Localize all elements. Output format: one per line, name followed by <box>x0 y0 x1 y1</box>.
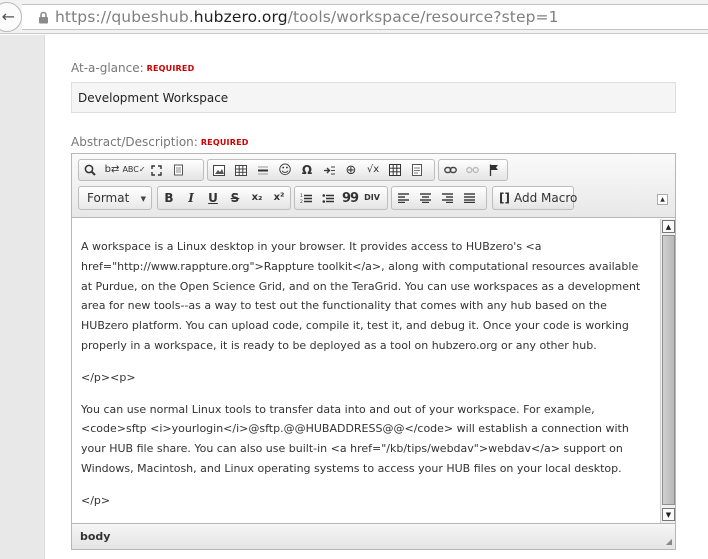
bullet-list-icon[interactable] <box>317 188 339 208</box>
div-container-icon[interactable]: DIV <box>361 188 383 208</box>
smiley-icon[interactable]: ☺ <box>274 160 296 180</box>
toolbar-group-align <box>391 186 487 210</box>
math-icon[interactable]: √x <box>362 160 384 180</box>
iframe-icon[interactable]: ⊕ <box>340 160 362 180</box>
align-left-icon[interactable] <box>392 188 414 208</box>
toolbar-group-links <box>438 159 508 181</box>
rich-text-editor: b⇄ ABC✓ ☺ Ω ⊕ √x Format ▼ B I U S x₂ x² … <box>71 153 676 550</box>
anchor-flag-icon[interactable] <box>483 160 505 180</box>
link-icon[interactable] <box>439 160 461 180</box>
replace-icon[interactable]: b⇄ <box>101 160 123 180</box>
url-text: https://qubeshub.hubzero.org/tools/works… <box>55 8 559 26</box>
table-icon[interactable] <box>230 160 252 180</box>
spellcheck-icon[interactable]: ABC✓ <box>122 160 145 180</box>
template-icon[interactable] <box>406 160 428 180</box>
subscript-button[interactable]: x₂ <box>246 188 268 208</box>
dropdown-caret-icon: ▼ <box>140 195 146 203</box>
editor-content[interactable]: A workspace is a Linux desktop in your b… <box>72 219 660 523</box>
toolbar-group-lists: 12 99 DIV <box>294 186 388 210</box>
svg-text:2: 2 <box>300 199 303 204</box>
content-paragraph: You can use normal Linux tools to transf… <box>81 402 629 475</box>
resize-grip-icon[interactable]: ◢ <box>666 537 672 546</box>
lock-icon <box>38 11 49 24</box>
editor-toolbar: b⇄ ABC✓ ☺ Ω ⊕ √x Format ▼ B I U S x₂ x² … <box>72 154 675 218</box>
scroll-up-icon[interactable]: ▲ <box>662 220 675 233</box>
unlink-icon[interactable] <box>461 160 483 180</box>
align-center-icon[interactable] <box>414 188 436 208</box>
address-bar[interactable]: https://qubeshub.hubzero.org/tools/works… <box>22 4 708 30</box>
toolbar-group-insert: ☺ Ω ⊕ √x <box>207 159 435 181</box>
add-macro-label: Add Macro <box>513 191 578 205</box>
toolbar-group-tools: b⇄ ABC✓ <box>78 159 204 181</box>
bold-button[interactable]: B <box>158 188 180 208</box>
strike-button[interactable]: S <box>224 188 246 208</box>
content-paragraph: </p> <box>81 493 111 507</box>
editor-scrollbar[interactable]: ▲ ▼ <box>660 219 675 523</box>
page-break-icon[interactable] <box>318 160 340 180</box>
glance-input-value: Development Workspace <box>78 90 229 105</box>
underline-button[interactable]: U <box>202 188 224 208</box>
source-icon[interactable] <box>167 160 189 180</box>
required-badge: REQUIRED <box>200 138 249 147</box>
back-arrow-icon: ← <box>1 7 15 26</box>
scroll-down-icon[interactable]: ▼ <box>662 508 675 521</box>
align-justify-icon[interactable] <box>458 188 480 208</box>
back-button[interactable]: ← <box>0 2 22 32</box>
content-paragraph: </p><p> <box>81 370 136 384</box>
italic-button[interactable]: I <box>180 188 202 208</box>
glance-label: At-a-glance: REQUIRED <box>71 61 195 75</box>
blockquote-button[interactable]: 99 <box>339 188 361 208</box>
numbered-list-icon[interactable]: 12 <box>295 188 317 208</box>
element-path[interactable]: body <box>80 530 110 543</box>
superscript-button[interactable]: x² <box>268 188 290 208</box>
macro-brackets-icon: [] <box>499 191 510 205</box>
align-right-icon[interactable] <box>436 188 458 208</box>
editor-statusbar: body ◢ <box>72 523 675 549</box>
add-macro-button[interactable]: [] Add Macro <box>492 186 578 210</box>
grid-icon[interactable] <box>384 160 406 180</box>
find-icon[interactable] <box>79 160 101 180</box>
glance-input[interactable]: Development Workspace <box>71 82 676 113</box>
format-dropdown-label: Format <box>87 191 130 205</box>
maximize-icon[interactable] <box>145 160 167 180</box>
collapse-toolbar-icon[interactable]: ▲ <box>657 194 668 205</box>
content-paragraph: A workspace is a Linux desktop in your b… <box>81 240 641 352</box>
format-dropdown[interactable]: Format ▼ <box>78 186 152 210</box>
svg-text:1: 1 <box>300 193 303 199</box>
browser-toolbar: ← https://qubeshub.hubzero.org/tools/wor… <box>0 0 708 34</box>
horizontal-rule-icon[interactable] <box>252 160 274 180</box>
abstract-label: Abstract/Description: REQUIRED <box>71 135 249 149</box>
special-char-icon[interactable]: Ω <box>296 160 318 180</box>
required-badge: REQUIRED <box>146 64 195 73</box>
image-icon[interactable] <box>208 160 230 180</box>
scrollbar-thumb[interactable] <box>662 235 675 505</box>
toolbar-group-text-style: B I U S x₂ x² <box>157 186 291 210</box>
